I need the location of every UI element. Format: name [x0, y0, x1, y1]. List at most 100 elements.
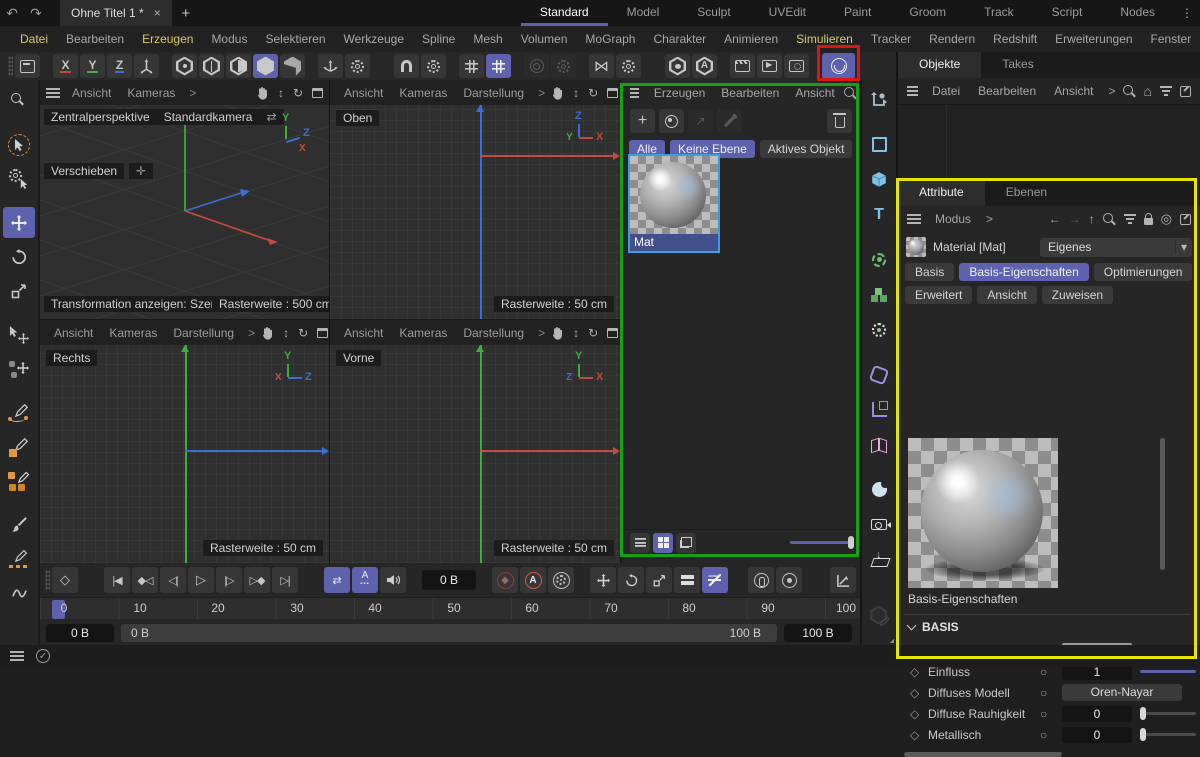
menu-overflow-chevron[interactable]: > [1104, 84, 1121, 98]
orbit-icon[interactable]: ↻ [298, 326, 308, 340]
record-keyframe-button[interactable]: ◇ [52, 567, 78, 593]
tab-takes[interactable]: Takes [981, 52, 1054, 78]
dolly-icon[interactable]: ↕ [283, 326, 289, 340]
workspace-tab-groom[interactable]: Groom [890, 0, 965, 26]
workspace-tab-script[interactable]: Script [1033, 0, 1102, 26]
maximize-view-icon[interactable] [312, 88, 323, 98]
menu-mograph[interactable]: MoGraph [576, 32, 644, 46]
menu-datei[interactable]: Datei [11, 32, 57, 46]
toolbar-grip[interactable] [8, 56, 13, 76]
render-picture-viewer-button[interactable] [757, 54, 782, 78]
realtime-record-button[interactable] [776, 567, 802, 593]
open-fcurve-editor-button[interactable] [830, 567, 856, 593]
delete-material-button[interactable] [827, 109, 852, 133]
viewport-front[interactable]: Ansicht Kameras Darstellung > ↕ ↻ Vorne … [330, 320, 620, 563]
deformer-button[interactable] [864, 359, 894, 390]
undo-icon[interactable]: ↶ [0, 5, 24, 22]
volume-mesher-button[interactable] [864, 474, 894, 505]
rotate-tool-button[interactable] [3, 241, 35, 272]
target-icon[interactable] [1161, 211, 1172, 227]
cube-primitive-button[interactable] [864, 164, 894, 195]
workspace-tab-uvedit[interactable]: UVEdit [750, 0, 825, 26]
search-icon[interactable] [1103, 213, 1116, 226]
cluster-move-tool-button[interactable] [3, 353, 35, 384]
attr-menu-modus[interactable]: Modus [927, 212, 979, 226]
viewport-solo-button[interactable] [665, 54, 690, 78]
pan-hand-icon[interactable] [261, 326, 274, 340]
maximize-view-icon[interactable] [607, 328, 618, 338]
workspace-tab-model[interactable]: Model [608, 0, 679, 26]
polygons-mode-button[interactable] [226, 54, 251, 78]
filter-icon[interactable] [1124, 214, 1136, 224]
redo-icon[interactable]: ↷ [24, 5, 48, 22]
scale-tool-button[interactable] [3, 275, 35, 306]
viewport-front-canvas[interactable]: Vorne Y X Z Rasterweite : 50 cm [330, 345, 620, 563]
z-axis-lock-button[interactable]: Z [107, 54, 132, 78]
lock-icon[interactable] [1144, 218, 1153, 225]
instance-object-button[interactable] [864, 394, 894, 425]
poly-pen-tool-button[interactable] [3, 465, 35, 496]
object-axis-mode-button[interactable] [280, 54, 305, 78]
hamburger-icon[interactable] [630, 88, 639, 98]
sound-button[interactable] [380, 567, 406, 593]
timeline-ruler[interactable]: 0 10 20 30 40 50 60 70 80 90 100 [40, 597, 860, 619]
menu-simulieren[interactable]: Simulieren [787, 32, 862, 46]
move-tool-button[interactable] [3, 207, 35, 238]
export-icon[interactable] [1180, 214, 1191, 225]
previous-frame-button[interactable]: ◁| [160, 567, 186, 593]
selection-move-tool-button[interactable] [3, 319, 35, 350]
camera-object-button[interactable] [864, 509, 894, 540]
menu-spline[interactable]: Spline [413, 32, 464, 46]
hamburger-icon[interactable] [907, 214, 921, 224]
key-rotation-button[interactable] [618, 567, 644, 593]
menu-volumen[interactable]: Volumen [512, 32, 577, 46]
maximize-view-icon[interactable] [607, 88, 618, 98]
search-icon[interactable] [844, 87, 852, 100]
section-tab-ansicht[interactable]: Ansicht [977, 286, 1036, 304]
tab-ebenen[interactable]: Ebenen [985, 180, 1068, 206]
section-tab-basis[interactable]: Basis [905, 263, 954, 281]
symmetry-settings-button[interactable] [616, 54, 641, 78]
search-icon[interactable] [1123, 85, 1136, 98]
menu-bearbeiten[interactable]: Bearbeiten [57, 32, 133, 46]
floor-object-button[interactable] [864, 544, 894, 575]
menu-tracker[interactable]: Tracker [862, 32, 920, 46]
material-item[interactable]: Mat [628, 154, 720, 253]
previous-key-button[interactable]: ◆◁ [132, 567, 158, 593]
workspace-tab-paint[interactable]: Paint [825, 0, 890, 26]
document-tab[interactable]: Ohne Titel 1 * × [60, 0, 172, 26]
viewport-menu-ansicht[interactable]: Ansicht [336, 86, 391, 100]
pick-material-button[interactable] [717, 109, 742, 133]
maximize-view-icon[interactable] [317, 328, 328, 338]
filter-aktives-objekt[interactable]: Aktives Objekt [760, 140, 853, 158]
axis-gizmo-perspective[interactable]: Y Z X [265, 113, 311, 153]
edit-hexagon-button[interactable] [864, 599, 894, 630]
goto-start-button[interactable]: |◀ [104, 567, 130, 593]
record-button[interactable]: ◆ [492, 567, 518, 593]
menu-modus[interactable]: Modus [202, 32, 256, 46]
goto-end-button[interactable]: ▷| [272, 567, 298, 593]
diffuses-modell-dropdown[interactable]: Oren-Nayar [1062, 684, 1182, 701]
viewport-perspective[interactable]: Ansicht Kameras > ↕ ↻ [40, 80, 329, 319]
preset-dropdown[interactable]: Eigenes ▾ [1040, 238, 1192, 257]
pan-hand-icon[interactable] [551, 86, 564, 100]
field-object-button[interactable] [864, 244, 894, 275]
home-icon[interactable] [1144, 83, 1152, 99]
viewport-right-canvas[interactable]: Rechts Y Z X Rasterweite : 50 cm [40, 345, 329, 563]
viewport-perspective-canvas[interactable]: Zentralperspektive Standardkamera ⇄ Vers… [40, 105, 329, 319]
play-button[interactable]: ▷ [188, 567, 214, 593]
axis-gizmo-front[interactable]: Y X Z [558, 351, 604, 391]
attribute-horizontal-scrollbar[interactable] [904, 752, 1062, 757]
points-mode-button[interactable] [172, 54, 197, 78]
om-menu-bearbeiten[interactable]: Bearbeiten [970, 84, 1044, 98]
menu-redshift[interactable]: Redshift [984, 32, 1046, 46]
orbit-icon[interactable]: ↻ [588, 86, 598, 100]
menu-overflow-chevron[interactable]: > [183, 86, 202, 100]
axis-settings-button[interactable] [345, 54, 370, 78]
einfluss-slider[interactable] [1140, 670, 1196, 673]
section-tab-basis-eigenschaften[interactable]: Basis-Eigenschaften [959, 263, 1088, 281]
forward-icon[interactable]: → [1069, 212, 1081, 226]
menu-overflow-chevron[interactable]: > [242, 326, 261, 340]
animation-dot-icon[interactable]: ○ [1040, 707, 1062, 721]
keyframe-diamond-icon[interactable]: ◇ [910, 728, 928, 742]
